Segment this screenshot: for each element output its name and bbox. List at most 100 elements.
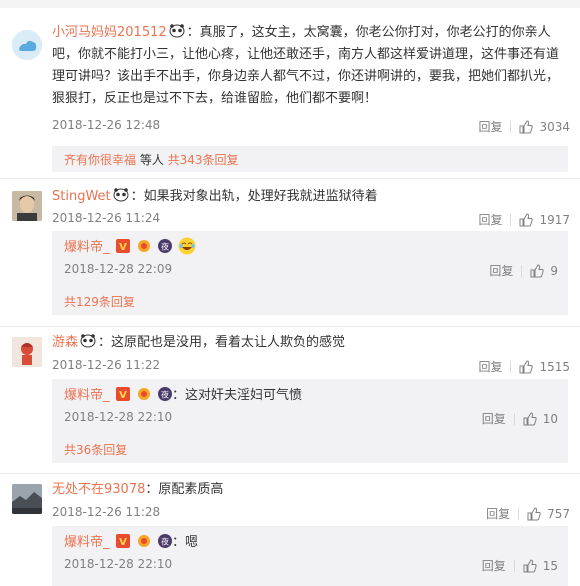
fan-badge-icon (137, 388, 150, 400)
comment-actions: 回复 3034 (478, 118, 570, 135)
reply-summary-middle: 等人 (136, 153, 168, 167)
panda-emoji-icon (113, 188, 129, 202)
svg-text:V: V (119, 537, 127, 548)
comment-text-line: StingWet ：如果我对象出轨，处理好我就进监狱待着 (52, 186, 378, 208)
reply-button[interactable]: 回复 (482, 410, 506, 427)
reply-time: 2018-12-28 22:09 (64, 262, 173, 276)
reply-time: 2018-12-28 22:10 (64, 410, 173, 424)
svg-text:V: V (119, 390, 127, 401)
svg-text:夜: 夜 (161, 390, 169, 400)
comment-content: 小河马妈妈201512 ：真服了，这女主，太窝囊，你老公你打对，你老公打的你亲人吧… (52, 22, 568, 110)
comment-time: 2018-12-26 11:24 (52, 211, 161, 225)
comment-username[interactable]: 游森 (52, 335, 78, 350)
action-divider (513, 559, 515, 572)
verified-v-badge-icon: V (115, 239, 130, 253)
avatar[interactable] (12, 30, 42, 60)
fan-badge-icon (137, 240, 150, 252)
comment-actions: 回复 757 (486, 505, 570, 522)
comment-text-line: 无处不在93078：原配素质高 (52, 479, 223, 501)
like-thumb-icon[interactable] (527, 506, 541, 521)
comment-text: ：如果我对象出轨，处理好我就进监狱待着 (130, 189, 378, 204)
reply-username[interactable]: 爆料帝_ (64, 535, 110, 550)
reply-button[interactable]: 回复 (486, 505, 510, 522)
night-badge-icon: 夜 (157, 239, 172, 253)
reply-button[interactable]: 回复 (478, 211, 502, 228)
reply-button[interactable]: 回复 (489, 262, 513, 279)
panda-emoji-icon (169, 24, 185, 38)
fan-badge-icon (137, 535, 150, 547)
previous-comment-cutoff (0, 0, 580, 8)
reply-username[interactable]: 爆料帝_ (64, 388, 110, 403)
reply-actions: 回复 9 (489, 262, 558, 279)
comment-item: 小河马妈妈201512 ：真服了，这女主，太窝囊，你老公你打对，你老公打的你亲人吧… (0, 18, 580, 178)
reply-text: ：这对奸夫淫妇可气愤 (171, 388, 302, 403)
comment-text-line: 游森 ：这原配也是没用，看着太让人欺负的感觉 (52, 332, 345, 354)
reply-actions: 回复 10 (482, 410, 558, 427)
comment-item: 游森 ：这原配也是没用，看着太让人欺负的感觉 2018-12-26 11:22 回… (0, 327, 580, 467)
reply-button[interactable]: 回复 (482, 557, 506, 574)
reply-box: 爆料帝_ V 夜：这对奸夫淫妇可气愤 2018-12-28 22:10 回复 1… (52, 379, 568, 463)
reply-box: 爆料帝_ V 夜：嗯 2018-12-28 22:10 回复 15 (52, 526, 568, 586)
like-count: 10 (542, 411, 558, 426)
action-divider (510, 213, 512, 226)
night-badge-icon: 夜 (157, 534, 172, 548)
comment-item: StingWet ：如果我对象出轨，处理好我就进监狱待着 2018-12-26 1… (0, 179, 580, 319)
more-replies-link[interactable]: 共36条回复 (64, 441, 127, 458)
comment-username[interactable]: StingWet (52, 189, 111, 204)
comment-actions: 回复 1515 (478, 358, 570, 375)
comment-time: 2018-12-26 11:22 (52, 358, 161, 372)
like-count: 1515 (539, 359, 570, 374)
verified-v-badge-icon: V (115, 534, 130, 548)
like-count: 15 (542, 558, 558, 573)
action-divider (518, 507, 520, 520)
reply-text-line: 爆料帝_ V 夜：嗯 (64, 532, 198, 554)
comment-username[interactable]: 无处不在93078 (52, 482, 145, 497)
reply-text: ：嗯 (171, 535, 198, 550)
like-thumb-icon[interactable] (530, 263, 545, 278)
reply-actions: 回复 15 (482, 557, 558, 574)
reply-button[interactable]: 回复 (478, 358, 502, 375)
reply-summary-link[interactable]: 共343条回复 (168, 153, 239, 167)
reply-time: 2018-12-28 22:10 (64, 557, 173, 571)
svg-text:夜: 夜 (161, 242, 169, 252)
comment-time: 2018-12-26 12:48 (52, 118, 161, 132)
like-count: 757 (547, 506, 570, 521)
comment-text-line: 小河马妈妈201512 ：真服了，这女主，太窝囊，你老公你打对，你老公打的你亲人吧… (52, 22, 568, 110)
action-divider (521, 264, 523, 277)
like-count: 9 (550, 263, 558, 278)
panda-emoji-icon (80, 334, 96, 348)
comment-text: ：这原配也是没用，看着太让人欺负的感觉 (98, 335, 346, 350)
reply-button[interactable]: 回复 (478, 118, 502, 135)
reply-box: 爆料帝_ V 夜 2018-12-28 22:09 回复 9 共129条回复 (52, 231, 568, 315)
comment-time: 2018-12-26 11:28 (52, 505, 161, 519)
reply-text-line: 爆料帝_ V 夜：这对奸夫淫妇可气愤 (64, 385, 302, 407)
like-thumb-icon[interactable] (523, 558, 537, 573)
like-thumb-icon[interactable] (519, 359, 534, 374)
reply-username[interactable]: 爆料帝_ (64, 240, 110, 255)
avatar[interactable] (12, 484, 42, 514)
reply-text-line: 爆料帝_ V 夜 (64, 237, 196, 259)
avatar[interactable] (12, 337, 42, 367)
night-badge-icon: 夜 (157, 387, 172, 401)
like-thumb-icon[interactable] (519, 119, 534, 134)
like-count: 1917 (539, 212, 570, 227)
laughing-emoji-icon (178, 237, 196, 255)
comment-actions: 回复 1917 (478, 211, 570, 228)
verified-v-badge-icon: V (115, 387, 130, 401)
action-divider (510, 360, 512, 373)
svg-text:V: V (119, 242, 127, 253)
svg-text:夜: 夜 (161, 537, 169, 547)
reply-summary-box: 齐有你很幸福 等人 共343条回复 (52, 146, 568, 172)
reply-summary: 齐有你很幸福 等人 共343条回复 (64, 151, 239, 168)
like-count: 3034 (539, 119, 570, 134)
comment-text: ：原配素质高 (145, 482, 224, 497)
comment-item: 无处不在93078：原配素质高 2018-12-26 11:28 回复 757 … (0, 474, 580, 586)
action-divider (513, 412, 515, 425)
like-thumb-icon[interactable] (519, 212, 534, 227)
more-replies-link[interactable]: 共129条回复 (64, 293, 135, 310)
reply-summary-user[interactable]: 齐有你很幸福 (64, 153, 136, 167)
action-divider (510, 120, 512, 133)
avatar[interactable] (12, 191, 42, 221)
comment-username[interactable]: 小河马妈妈201512 (52, 25, 167, 40)
like-thumb-icon[interactable] (523, 411, 537, 426)
